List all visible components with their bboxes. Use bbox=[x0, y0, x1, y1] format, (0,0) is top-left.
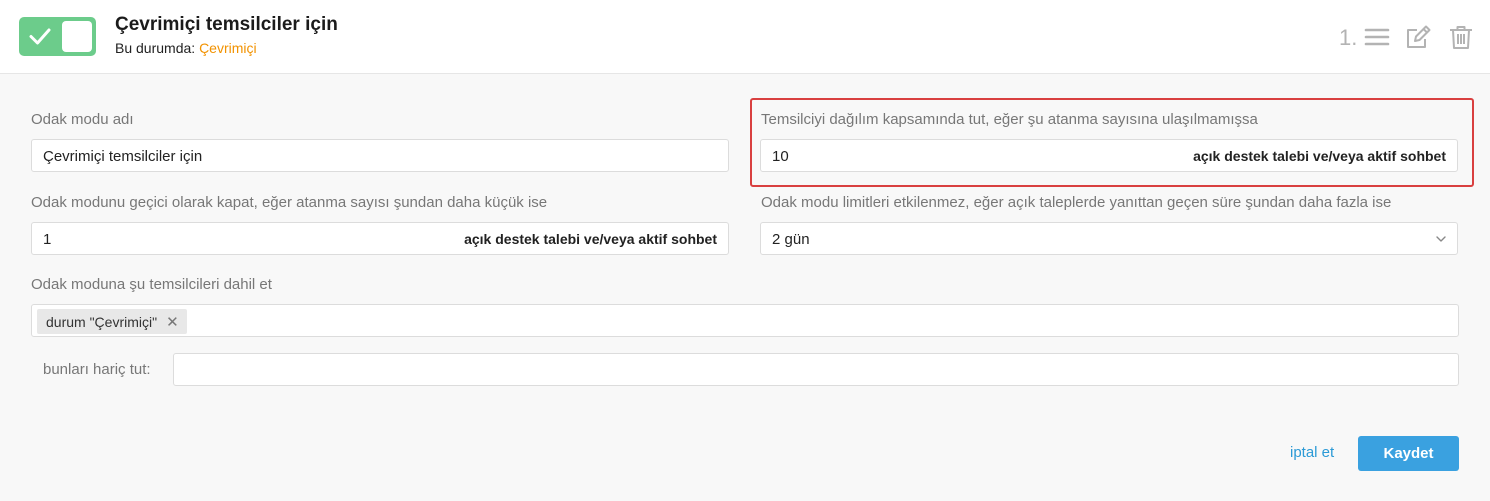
limits-unaffected-select[interactable]: 2 gün bbox=[760, 222, 1458, 255]
focus-mode-header: Çevrimiçi temsilciler için Bu durumda: Ç… bbox=[0, 0, 1490, 74]
keep-in-distribution-suffix: açık destek talebi ve/veya aktif sohbet bbox=[1193, 148, 1446, 164]
keep-in-distribution-value: 10 bbox=[772, 148, 789, 165]
status-prefix: Bu durumda: bbox=[115, 40, 196, 56]
name-input[interactable]: Çevrimiçi temsilciler için bbox=[31, 139, 729, 172]
edit-icon[interactable] bbox=[1405, 24, 1431, 50]
focus-mode-title: Çevrimiçi temsilciler için bbox=[115, 14, 338, 35]
save-button[interactable]: Kaydet bbox=[1358, 436, 1459, 471]
keep-in-distribution-label: Temsilciyi dağılım kapsamında tut, eğer … bbox=[761, 111, 1258, 128]
reorder-icon[interactable] bbox=[1364, 24, 1390, 50]
check-icon bbox=[29, 28, 51, 45]
chevron-down-icon bbox=[1436, 236, 1446, 242]
limits-unaffected-label: Odak modu limitleri etkilenmez, eğer açı… bbox=[761, 194, 1392, 211]
include-agents-input[interactable]: durum "Çevrimiçi" ✕ bbox=[31, 304, 1459, 337]
status-value: Çevrimiçi bbox=[199, 40, 257, 56]
temp-disable-suffix: açık destek talebi ve/veya aktif sohbet bbox=[464, 231, 717, 247]
focus-mode-toggle[interactable] bbox=[19, 17, 96, 56]
temp-disable-input[interactable]: 1 açık destek talebi ve/veya aktif sohbe… bbox=[31, 222, 729, 255]
cancel-link[interactable]: iptal et bbox=[1290, 444, 1334, 461]
include-agents-label: Odak moduna şu temsilcileri dahil et bbox=[31, 276, 272, 293]
name-label: Odak modu adı bbox=[31, 111, 134, 128]
name-value: Çevrimiçi temsilciler için bbox=[43, 148, 203, 165]
exclude-label: bunları hariç tut: bbox=[43, 361, 151, 378]
temp-disable-value: 1 bbox=[43, 231, 52, 248]
limits-unaffected-selected: 2 gün bbox=[772, 231, 810, 248]
remove-tag-icon[interactable]: ✕ bbox=[166, 313, 179, 331]
focus-mode-status: Bu durumda: Çevrimiçi bbox=[115, 40, 257, 56]
order-number: 1. bbox=[1339, 25, 1358, 50]
trash-icon[interactable] bbox=[1448, 24, 1474, 50]
exclude-input[interactable] bbox=[173, 353, 1459, 386]
agent-tag-label: durum "Çevrimiçi" bbox=[46, 313, 158, 330]
toggle-knob bbox=[62, 21, 92, 52]
agent-tag: durum "Çevrimiçi" ✕ bbox=[37, 309, 187, 334]
temp-disable-label: Odak modunu geçici olarak kapat, eğer at… bbox=[31, 194, 548, 211]
keep-in-distribution-input[interactable]: 10 açık destek talebi ve/veya aktif sohb… bbox=[760, 139, 1458, 172]
